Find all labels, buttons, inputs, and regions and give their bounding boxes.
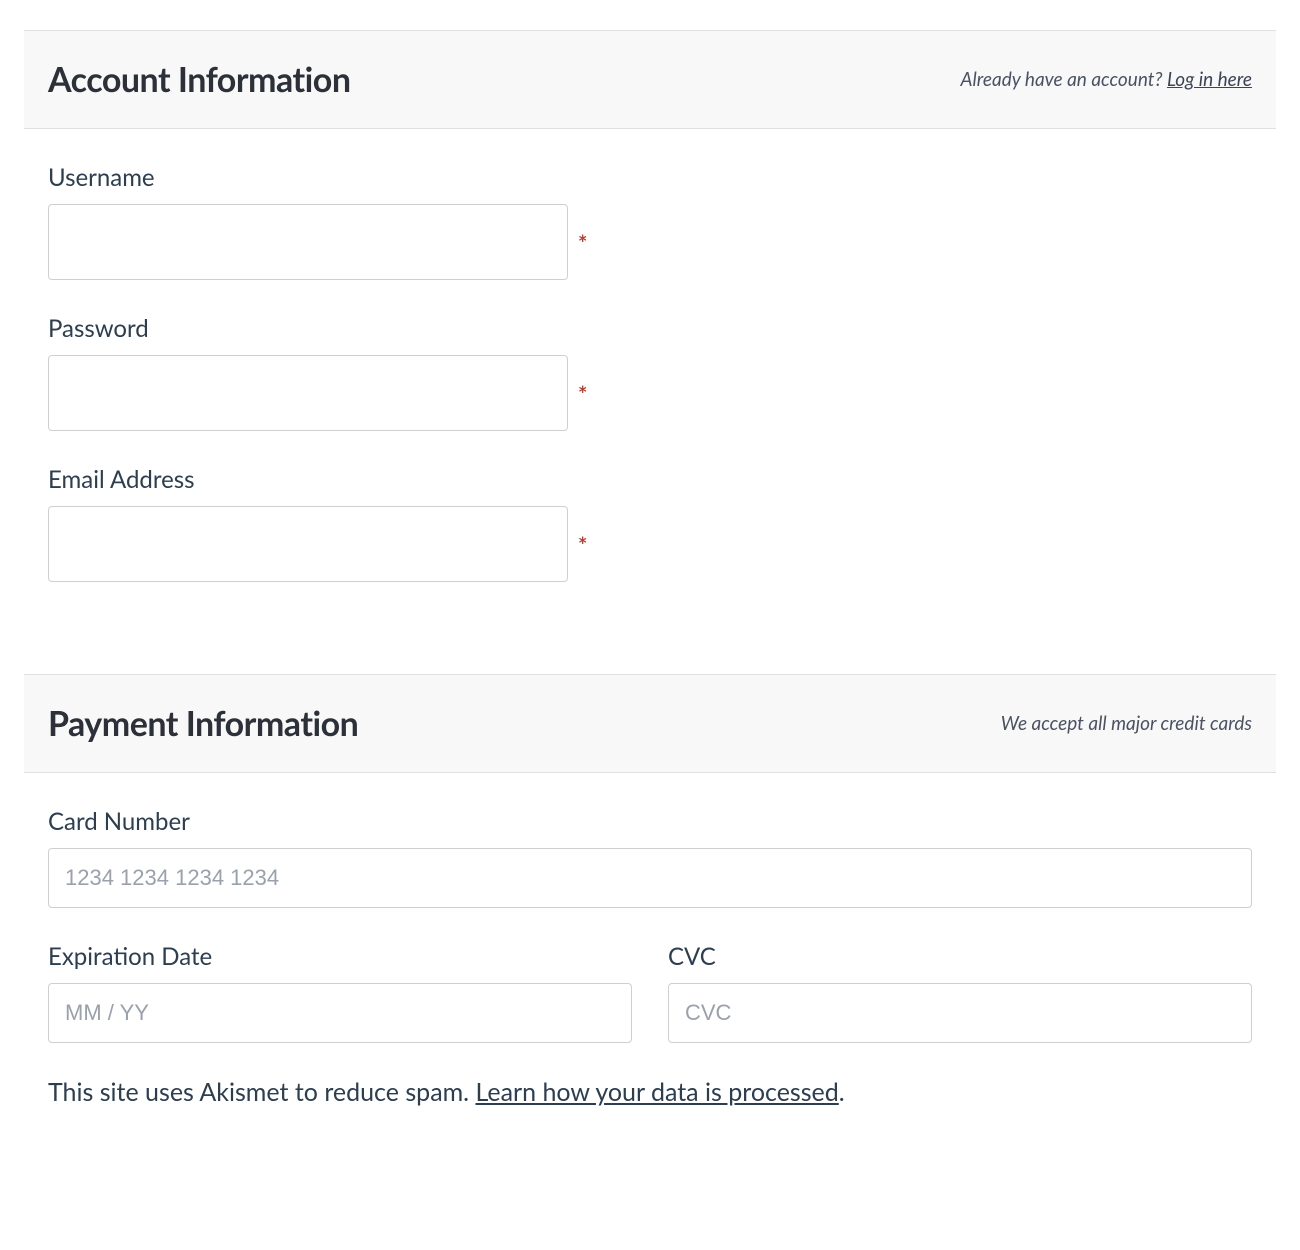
password-label: Password [48,314,1252,343]
email-field-group: Email Address * [48,465,1252,582]
expiration-input[interactable] [48,983,632,1043]
email-input[interactable] [48,506,568,582]
email-required-mark: * [578,531,587,558]
payment-section-header: Payment Information We accept all major … [24,674,1276,773]
card-number-input[interactable] [48,848,1252,908]
payment-side-note: We accept all major credit cards [1001,712,1252,735]
payment-row: Expiration Date CVC [48,942,1252,1043]
username-field-group: Username * [48,163,1252,280]
cvc-input[interactable] [668,983,1252,1043]
spam-text: This site uses Akismet to reduce spam. [48,1077,475,1107]
cvc-label: CVC [668,942,1252,971]
login-prompt-text: Already have an account? [961,68,1167,91]
password-required-mark: * [578,380,587,407]
login-prompt-container: Already have an account? Log in here [961,68,1253,91]
spam-suffix: . [839,1077,845,1107]
email-input-row: * [48,506,1252,582]
password-input-row: * [48,355,1252,431]
expiration-field-group: Expiration Date [48,942,632,1043]
account-section-header: Account Information Already have an acco… [24,30,1276,129]
email-label: Email Address [48,465,1252,494]
account-section-body: Username * Password * Email Address * [24,129,1276,634]
password-field-group: Password * [48,314,1252,431]
payment-heading: Payment Information [48,703,358,744]
username-input-row: * [48,204,1252,280]
password-input[interactable] [48,355,568,431]
login-link[interactable]: Log in here [1167,68,1252,91]
card-number-label: Card Number [48,807,1252,836]
username-required-mark: * [578,229,587,256]
username-label: Username [48,163,1252,192]
spam-link[interactable]: Learn how your data is processed [475,1077,838,1107]
card-number-field-group: Card Number [48,807,1252,908]
payment-section-body: Card Number Expiration Date CVC [24,773,1276,1043]
section-spacer [24,634,1276,674]
account-heading: Account Information [48,59,351,100]
expiration-label: Expiration Date [48,942,632,971]
spam-notice: This site uses Akismet to reduce spam. L… [24,1077,1276,1107]
cvc-field-group: CVC [668,942,1252,1043]
username-input[interactable] [48,204,568,280]
